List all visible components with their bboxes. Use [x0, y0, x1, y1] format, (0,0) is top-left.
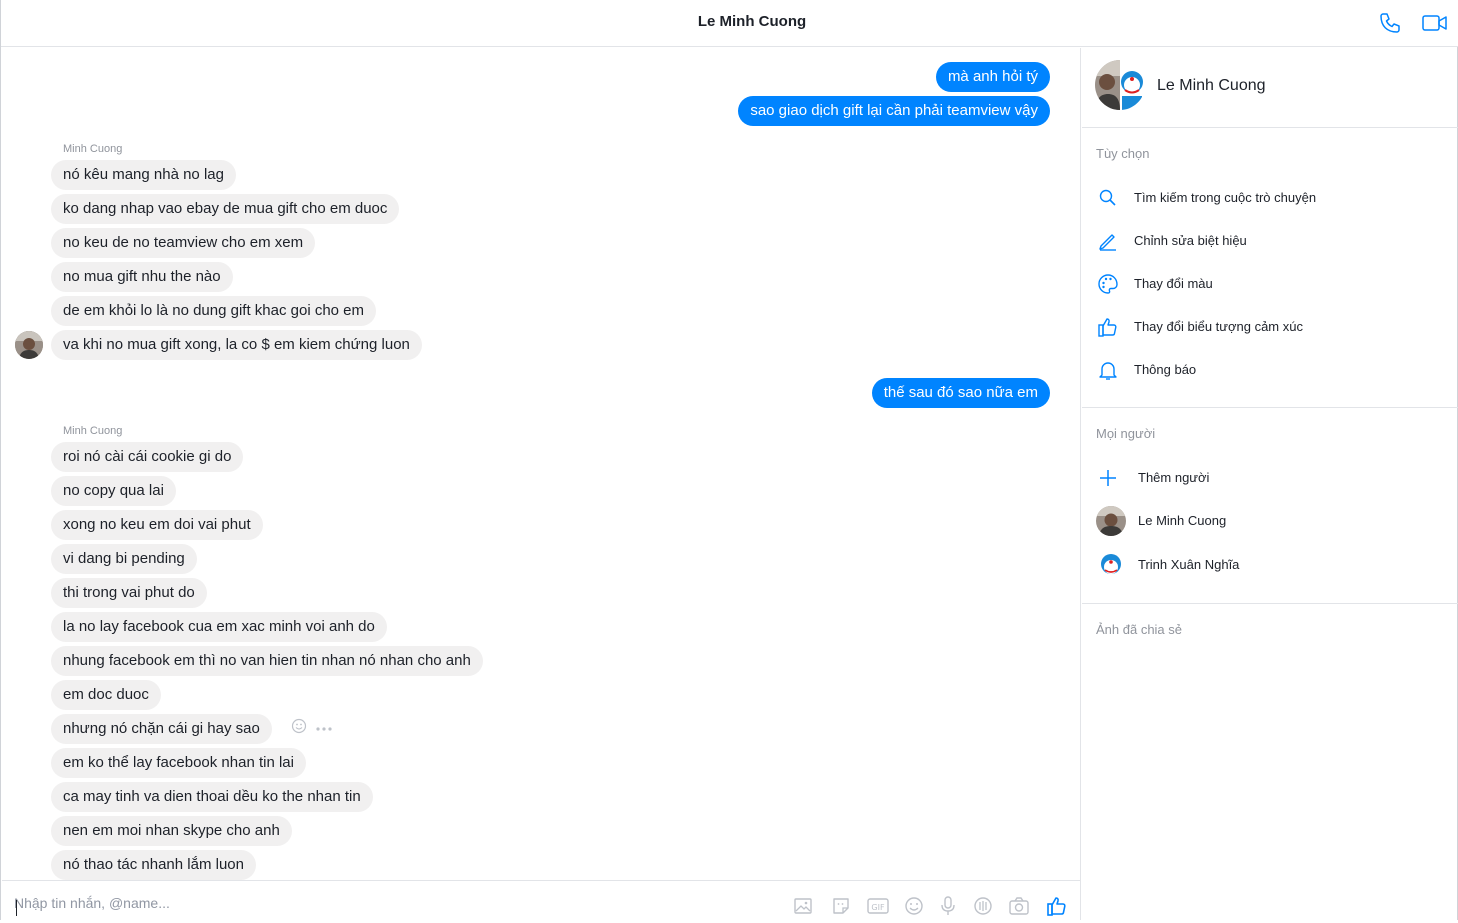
option-label: Thay đổi biểu tượng cảm xúc [1134, 319, 1303, 334]
option-label: Chỉnh sửa biệt hiệu [1134, 233, 1247, 248]
add-person-label: Thêm người [1138, 470, 1210, 485]
palette-icon [1096, 272, 1124, 296]
incoming-message[interactable]: nó kêu mang nhà no lag [51, 160, 236, 190]
svg-text:GIF: GIF [871, 903, 885, 912]
option-change-color[interactable]: Thay đổi màu [1096, 270, 1446, 298]
incoming-message[interactable]: no keu de no teamview cho em xem [51, 228, 316, 258]
message-actions [291, 718, 333, 737]
incoming-message[interactable]: nhưng nó chặn cái gi hay sao [51, 714, 272, 744]
incoming-message[interactable]: em ko thể lay facebook nhan tin lai [51, 748, 306, 778]
option-edit-nickname[interactable]: Chỉnh sửa biệt hiệu [1096, 227, 1446, 255]
option-label: Thông báo [1134, 362, 1197, 377]
group-avatar[interactable] [1095, 60, 1145, 110]
option-search[interactable]: Tìm kiếm trong cuộc trò chuyện [1096, 184, 1446, 212]
option-label: Tìm kiếm trong cuộc trò chuyện [1134, 190, 1317, 205]
incoming-message[interactable]: vi dang bi pending [51, 544, 197, 574]
sticker-icon[interactable] [829, 894, 853, 918]
outgoing-message[interactable]: mà anh hỏi tý [935, 62, 1050, 92]
thumbs-up-icon [1096, 315, 1124, 339]
incoming-message[interactable]: va khi no mua gift xong, la co $ em kiem… [51, 330, 422, 360]
divider [1082, 407, 1458, 408]
incoming-message[interactable]: nhung facebook em thì no van hien tin nh… [51, 646, 483, 676]
video-camera-icon[interactable] [1421, 10, 1449, 36]
conversation-header: Le Minh Cuong [1, 0, 1458, 47]
avatar [1096, 550, 1126, 580]
people-section-label: Mọi người [1096, 426, 1156, 441]
incoming-message[interactable]: em doc duoc [51, 680, 161, 710]
person-name: Trinh Xuân Nghĩa [1138, 557, 1240, 572]
microphone-icon[interactable] [936, 894, 960, 918]
message-input[interactable] [14, 893, 614, 913]
messenger-window: Le Minh Cuong mà anh hỏi tý sao giao dịc… [0, 0, 1458, 920]
incoming-message[interactable]: roi nó cài cái cookie gi do [51, 442, 244, 472]
incoming-message[interactable]: xong no keu em doi vai phut [51, 510, 263, 540]
person-name: Le Minh Cuong [1138, 513, 1227, 528]
search-icon [1096, 186, 1124, 210]
conversation-details-panel: Le Minh Cuong Tùy chọn Tìm kiếm trong cu… [1082, 48, 1458, 920]
options-section-label: Tùy chọn [1096, 146, 1150, 161]
incoming-message[interactable]: no copy qua lai [51, 476, 176, 506]
profile-name: Le Minh Cuong [1157, 77, 1266, 94]
sender-name: Minh Cuong [63, 425, 123, 437]
conversation-title: Le Minh Cuong [697, 13, 807, 30]
incoming-message[interactable]: no mua gift nhu the nào [51, 262, 233, 292]
pencil-icon [1096, 229, 1124, 253]
incoming-message[interactable]: ca may tinh va dien thoai dều ko the nha… [51, 782, 373, 812]
profile-header: Le Minh Cuong [1082, 48, 1458, 128]
photo-icon[interactable] [791, 894, 815, 918]
incoming-message[interactable]: ko dang nhap vao ebay de mua gift cho em… [51, 194, 400, 224]
option-change-emoji[interactable]: Thay đổi biểu tượng cảm xúc [1096, 313, 1446, 341]
phone-icon[interactable] [1377, 10, 1403, 36]
emoji-icon[interactable] [902, 894, 926, 918]
incoming-message[interactable]: de em khỏi lo là no dung gift khac goi c… [51, 296, 377, 326]
message-composer: GIF [2, 880, 1081, 920]
message-list[interactable]: mà anh hỏi tý sao giao dịch gift lại cần… [2, 48, 1081, 880]
payment-icon[interactable] [971, 894, 995, 918]
react-icon[interactable] [291, 718, 307, 739]
more-icon[interactable] [315, 719, 333, 737]
thumbs-up-icon[interactable] [1045, 894, 1069, 918]
incoming-message[interactable]: thi trong vai phut do [51, 578, 207, 608]
outgoing-message[interactable]: sao giao dịch gift lại cần phải teamview… [738, 96, 1050, 126]
bell-icon [1096, 358, 1124, 382]
person-item[interactable]: Trinh Xuân Nghĩa [1096, 550, 1446, 580]
incoming-message[interactable]: nen em moi nhan skype cho anh [51, 816, 292, 846]
text-caret [16, 900, 17, 916]
option-notifications[interactable]: Thông báo [1096, 356, 1446, 384]
incoming-message[interactable]: la no lay facebook cua em xac minh voi a… [51, 612, 387, 642]
avatar[interactable] [15, 331, 43, 359]
option-label: Thay đổi màu [1134, 276, 1213, 291]
gif-icon[interactable]: GIF [866, 894, 890, 918]
incoming-message[interactable]: nó thao tác nhanh lắm luon [51, 850, 256, 880]
add-person-button[interactable]: Thêm người [1096, 464, 1446, 492]
person-item[interactable]: Le Minh Cuong [1096, 506, 1446, 536]
sender-name: Minh Cuong [63, 143, 123, 155]
divider [1082, 603, 1458, 604]
camera-icon[interactable] [1007, 894, 1031, 918]
plus-icon [1096, 466, 1124, 490]
outgoing-message[interactable]: thế sau đó sao nữa em [871, 378, 1050, 408]
avatar [1096, 506, 1126, 536]
shared-photos-label[interactable]: Ảnh đã chia sẻ [1096, 622, 1182, 637]
